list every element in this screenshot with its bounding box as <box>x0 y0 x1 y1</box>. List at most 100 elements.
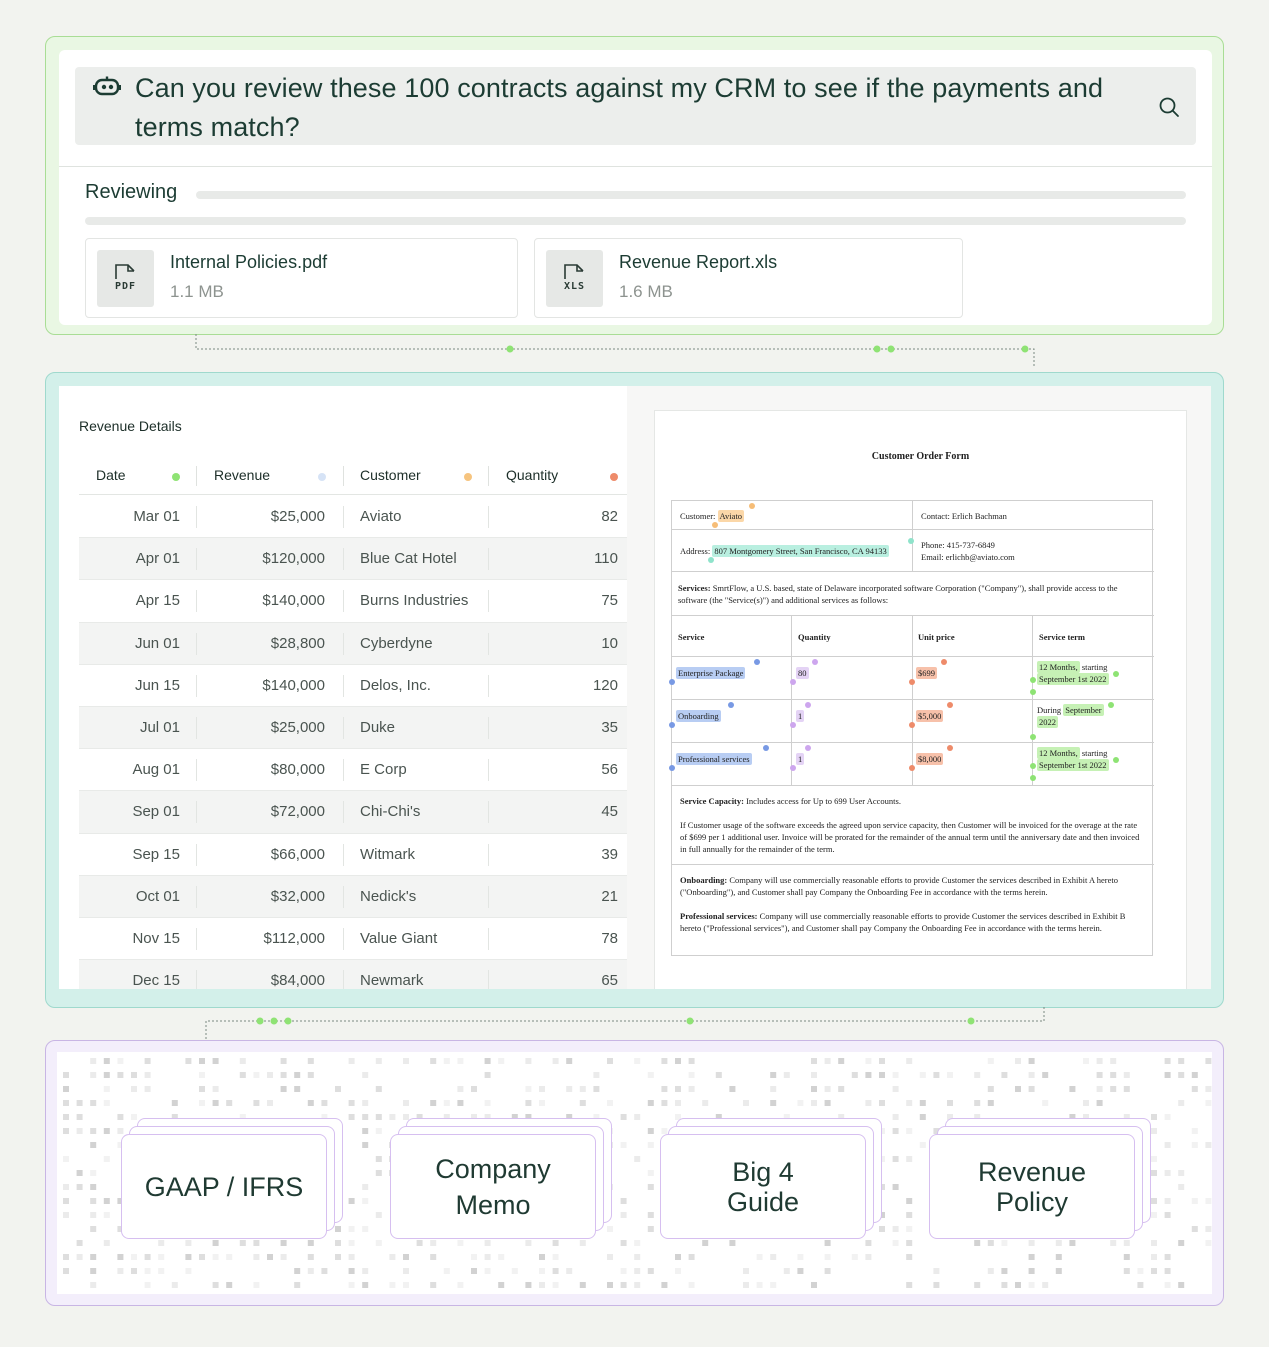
card-label: Company Memo <box>435 1153 551 1220</box>
address-highlight[interactable]: 807 Montgomery Street, San Francisco, CA… <box>712 545 889 557</box>
table-row[interactable]: Sep 01 $72,000 Chi-Chi's 45 <box>79 791 627 834</box>
knowledge-stack[interactable]: Company Memo <box>390 1118 612 1243</box>
file-card[interactable]: PDF Internal Policies.pdf 1.1 MB <box>85 238 518 318</box>
service-name-highlight[interactable]: Professional services <box>676 753 752 765</box>
table-row[interactable]: Apr 15 $140,000 Burns Industries 75 <box>79 580 627 623</box>
file-name: Revenue Report.xls <box>619 252 778 272</box>
service-name-highlight[interactable]: Onboarding <box>676 710 721 722</box>
quantity-cell: 75 <box>601 592 618 610</box>
date-cell: Dec 15 <box>132 972 180 989</box>
column-divider <box>343 466 344 486</box>
knowledge-stack[interactable]: GAAP / IFRS <box>121 1118 343 1243</box>
table-row[interactable]: Apr 01 $120,000 Blue Cat Hotel 110 <box>79 538 627 581</box>
divider <box>59 166 1212 167</box>
term-highlight[interactable]: September 1st 2022 <box>1037 759 1109 771</box>
query-panel-inner: Can you review these 100 contracts again… <box>59 50 1212 325</box>
price-highlight[interactable]: $699 <box>916 667 937 679</box>
customer-cell: Value Giant <box>360 929 438 947</box>
quantity-cell: 65 <box>601 972 618 989</box>
date-cell: Oct 01 <box>135 887 180 905</box>
price-highlight[interactable]: $5,000 <box>916 710 944 722</box>
column-header[interactable]: Date <box>96 467 126 483</box>
table-row[interactable]: Jun 01 $28,800 Cyberdyne 10 <box>79 622 627 665</box>
quantity-highlight[interactable]: 80 <box>796 667 809 679</box>
file-card[interactable]: XLS Revenue Report.xls 1.6 MB <box>534 238 963 318</box>
document-viewer[interactable]: Customer Order Form Customer: Aviato Con… <box>627 386 1211 989</box>
term-highlight[interactable]: September 1st 2022 <box>1037 673 1109 685</box>
file-size: 1.6 MB <box>619 282 673 301</box>
column-divider <box>488 466 489 486</box>
connector-line <box>195 334 1035 368</box>
query-box[interactable]: Can you review these 100 contracts again… <box>75 67 1196 145</box>
search-icon[interactable] <box>1158 96 1180 118</box>
knowledge-stack[interactable]: Revenue Policy <box>929 1118 1151 1243</box>
term-highlight[interactable]: 12 Months, <box>1037 747 1080 759</box>
table-row[interactable]: Sep 15 $66,000 Witmark 39 <box>79 834 627 876</box>
revenue-cell: $112,000 <box>263 929 325 947</box>
revenue-cell: $80,000 <box>270 761 325 779</box>
quantity-highlight[interactable]: 1 <box>796 753 805 765</box>
table-row[interactable]: Jun 15 $140,000 Delos, Inc. 120 <box>79 665 627 707</box>
term-highlight[interactable]: September <box>1063 704 1104 716</box>
file-size: 1.1 MB <box>170 282 224 301</box>
revenue-cell: $140,000 <box>262 592 325 610</box>
status-label: Reviewing <box>85 181 178 203</box>
quantity-cell: 35 <box>601 718 618 736</box>
customer-cell: E Corp <box>360 761 407 779</box>
revenue-cell: $72,000 <box>270 803 325 821</box>
services-paragraph: Services: SmrtFlow, a U.S. based, state … <box>678 583 1118 605</box>
column-color-dot <box>318 473 326 481</box>
document-title: Customer Order Form <box>871 451 970 462</box>
date-cell: Sep 15 <box>132 845 180 863</box>
knowledge-stack[interactable]: Big 4 Guide <box>660 1118 882 1243</box>
card-label: Revenue Policy <box>977 1156 1087 1217</box>
term-highlight[interactable]: 12 Months, <box>1037 661 1080 673</box>
table-row[interactable]: Dec 15 $84,000 Newmark 65 <box>79 960 627 989</box>
quantity-cell: 10 <box>601 634 618 652</box>
table-row[interactable]: Oct 01 $32,000 Nedick's 21 <box>79 875 627 918</box>
date-cell: Jun 15 <box>134 676 180 694</box>
date-cell: Apr 01 <box>135 550 180 568</box>
customer-cell: Blue Cat Hotel <box>360 550 457 568</box>
table-row[interactable]: Mar 01 $25,000 Aviato 82 <box>79 496 627 539</box>
date-cell: Nov 15 <box>132 929 180 947</box>
date-cell: Jul 01 <box>139 718 180 736</box>
knowledge-card[interactable]: Company Memo <box>390 1134 596 1239</box>
table-body: Mar 01 $25,000 Aviato 82 Apr 01 $120,000 Blue … <box>79 496 627 989</box>
knowledge-panel: GAAP / IFRS Company Memo Big 4 Guide Rev… <box>45 1040 1224 1306</box>
date-cell: Aug 01 <box>132 761 180 779</box>
quantity-cell: 45 <box>601 803 618 821</box>
revenue-cell: $28,800 <box>270 634 325 652</box>
revenue-cell: $25,000 <box>270 718 325 736</box>
column-header[interactable]: Customer <box>360 467 421 483</box>
knowledge-card[interactable]: Big 4 Guide <box>660 1134 866 1239</box>
table-row[interactable]: Jul 01 $25,000 Duke 35 <box>79 706 627 750</box>
column-header[interactable]: Revenue <box>214 467 270 483</box>
bot-icon <box>93 76 121 96</box>
revenue-panel: Revenue Details Date Revenue Customer Qu… <box>45 372 1224 1008</box>
term-highlight[interactable]: 2022 <box>1037 716 1058 728</box>
quantity-cell: 82 <box>601 508 618 525</box>
table-row[interactable]: Nov 15 $112,000 Value Giant 78 <box>79 918 627 961</box>
card-label: GAAP / IFRS <box>144 1171 304 1202</box>
service-name-highlight[interactable]: Enterprise Package <box>676 667 746 679</box>
knowledge-card[interactable]: Revenue Policy <box>929 1134 1135 1239</box>
quantity-cell: 120 <box>592 676 618 694</box>
revenue-cell: $140,000 <box>262 676 325 694</box>
query-text: Can you review these 100 contracts again… <box>135 73 1104 142</box>
price-highlight[interactable]: $8,000 <box>916 753 944 765</box>
column-header[interactable]: Quantity <box>506 467 558 483</box>
knowledge-card[interactable]: GAAP / IFRS <box>121 1134 327 1239</box>
revenue-cell: $66,000 <box>270 845 325 863</box>
customer-cell: Delos, Inc. <box>360 676 431 694</box>
table-header: Date Revenue Customer Quantity <box>79 462 627 495</box>
customer-highlight[interactable]: Aviato <box>717 510 745 522</box>
revenue-cell: $84,000 <box>270 972 325 989</box>
table-row[interactable]: Aug 01 $80,000 E Corp 56 <box>79 749 627 792</box>
revenue-cell: $120,000 <box>262 550 325 568</box>
quantity-highlight[interactable]: 1 <box>796 710 805 722</box>
customer-cell: Duke <box>360 718 396 736</box>
customer-cell: Nedick's <box>360 887 417 905</box>
customer-cell: Aviato <box>360 508 402 525</box>
contact-line: Contact: Erlich Bachman <box>921 511 1007 521</box>
